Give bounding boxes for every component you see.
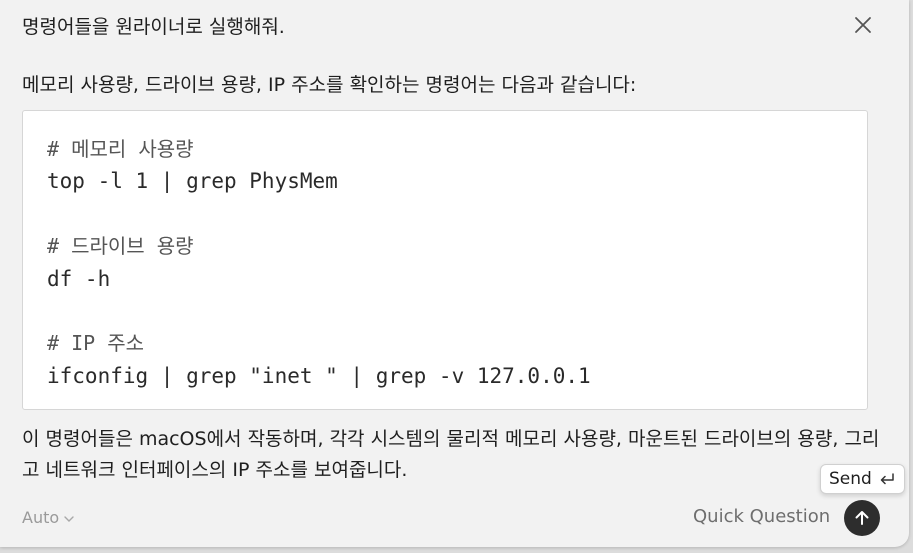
send-button[interactable]	[844, 500, 880, 536]
send-tooltip-label: Send	[829, 469, 872, 489]
return-key-icon	[880, 473, 894, 485]
quick-question-label: Quick Question	[693, 506, 831, 527]
user-prompt: 명령어들을 원라이너로 실행해줘.	[22, 16, 285, 38]
code-line: # 메모리 사용량	[47, 137, 194, 161]
code-line: # 드라이브 용량	[47, 234, 194, 259]
arrow-up-icon	[855, 511, 869, 525]
quick-question-panel: 명령어들을 원라이너로 실행해줘. 메모리 사용량, 드라이브 용량, IP 주…	[0, 0, 909, 547]
model-label: Auto	[22, 508, 60, 527]
code-line: df -h	[47, 266, 111, 291]
send-tooltip: Send	[820, 464, 905, 494]
model-selector[interactable]: Auto	[22, 508, 75, 527]
response-outro: 이 명령어들은 macOS에서 작동하며, 각각 시스템의 물리적 메모리 사용…	[22, 428, 880, 481]
code-block[interactable]: # 메모리 사용량 top -l 1 | grep PhysMem # 드라이브…	[22, 110, 868, 410]
code-line: top -l 1 | grep PhysMem	[47, 169, 338, 194]
close-button[interactable]	[851, 13, 875, 37]
close-icon	[855, 17, 871, 33]
response-intro: 메모리 사용량, 드라이브 용량, IP 주소를 확인하는 명령어는 다음과 같…	[22, 74, 637, 96]
code-line: ifconfig | grep "inet " | grep -v 127.0.…	[47, 363, 591, 388]
code-line: # IP 주소	[47, 331, 145, 356]
chevron-down-icon	[64, 515, 74, 522]
